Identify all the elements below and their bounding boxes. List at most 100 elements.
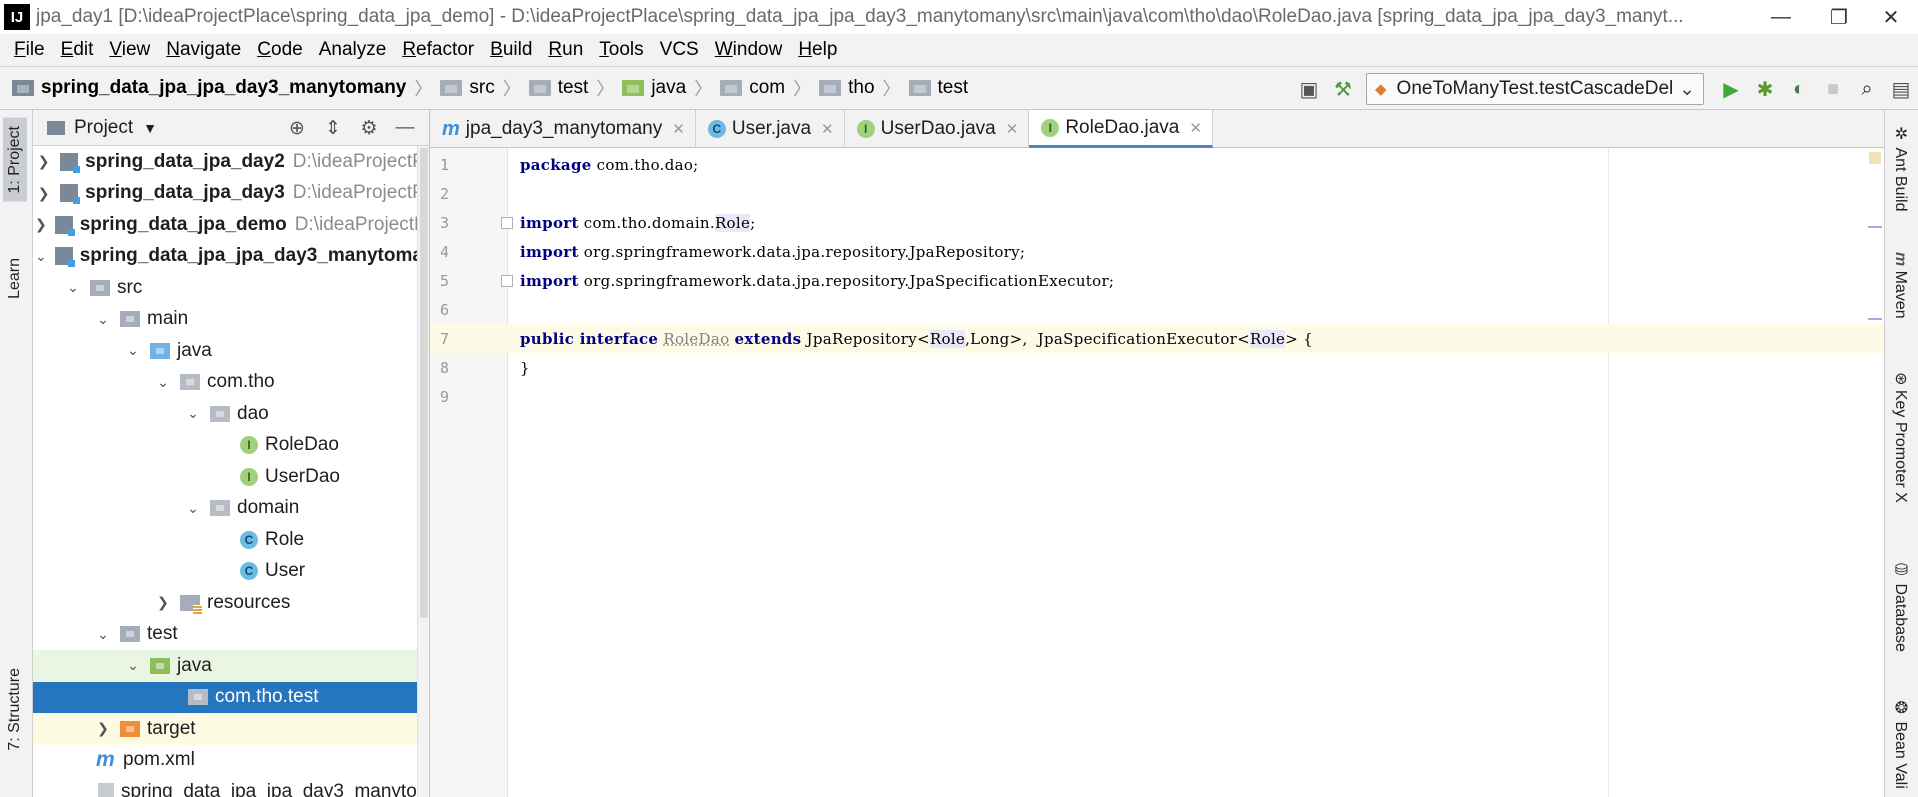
tree-item-com-tho[interactable]: ⌄ com.tho <box>33 367 429 399</box>
tab-ant-build[interactable]: ✲ Ant Build <box>1891 124 1910 212</box>
tree-item-iml-file[interactable]: spring_data_jpa_jpa_day3_manyton <box>33 776 429 797</box>
close-icon[interactable]: ✕ <box>672 120 685 138</box>
code-line[interactable]: 1 package com.tho.dao; <box>430 150 1884 179</box>
tree-item-spring-data-jpa-demo[interactable]: ❯ spring_data_jpa_demo D:\ideaProjectPl <box>33 209 429 241</box>
breadcrumb-com[interactable]: com <box>720 77 785 99</box>
tree-item-dao[interactable]: ⌄ dao <box>33 398 429 430</box>
tree-item-test[interactable]: ⌄ test <box>33 619 429 651</box>
tab-database[interactable]: ⛁ Database <box>1891 560 1910 652</box>
tree-item-role[interactable]: C Role <box>33 524 429 556</box>
tree-item-resources[interactable]: ❯ resources <box>33 587 429 619</box>
tree-item-userdao[interactable]: I UserDao <box>33 461 429 493</box>
run-configuration-select[interactable]: ◆ OneToManyTest.testCascadeDel ⌄ <box>1366 73 1704 105</box>
tree-item-user[interactable]: C User <box>33 556 429 588</box>
breadcrumb-tho[interactable]: tho <box>819 77 875 99</box>
code-line[interactable]: 6 <box>430 295 1884 324</box>
chevron-right-icon[interactable]: ❯ <box>35 216 47 233</box>
breadcrumb-test[interactable]: test <box>528 77 588 99</box>
menu-build[interactable]: Build <box>482 39 540 61</box>
chevron-down-icon[interactable]: ⌄ <box>184 500 202 517</box>
tree-item-domain[interactable]: ⌄ domain <box>33 493 429 525</box>
chevron-down-icon[interactable]: ⌄ <box>35 248 47 265</box>
menu-help[interactable]: Help <box>790 39 845 61</box>
menu-tools[interactable]: Tools <box>591 39 651 61</box>
hide-icon[interactable]: — <box>387 117 423 139</box>
chevron-right-icon[interactable]: ❯ <box>35 153 52 170</box>
run-with-coverage-icon[interactable]: ◐ <box>1782 72 1816 106</box>
code-line[interactable]: 4 import org.springframework.data.jpa.re… <box>430 237 1884 266</box>
chevron-down-icon[interactable]: ⌄ <box>94 311 112 328</box>
tree-item-src[interactable]: ⌄ src <box>33 272 429 304</box>
close-icon[interactable]: ✕ <box>1189 119 1202 137</box>
menu-refactor[interactable]: Refactor <box>394 39 482 61</box>
menu-edit[interactable]: Edit <box>53 39 102 61</box>
code-line[interactable]: 2 <box>430 179 1884 208</box>
menu-file[interactable]: File <box>6 39 53 61</box>
menu-window[interactable]: Window <box>707 39 791 61</box>
chevron-down-icon[interactable]: ⌄ <box>124 342 142 359</box>
breadcrumb-java[interactable]: java <box>622 77 686 99</box>
scrollbar-thumb[interactable] <box>420 148 428 618</box>
tree-item-main[interactable]: ⌄ main <box>33 304 429 336</box>
run-icon[interactable]: ▶ <box>1714 72 1748 106</box>
chevron-down-icon[interactable]: ⌄ <box>94 626 112 643</box>
debug-icon[interactable]: ✱ <box>1748 72 1782 106</box>
project-structure-icon[interactable]: ▤ <box>1884 72 1918 106</box>
code-area[interactable]: 1 package com.tho.dao; 2 3 import com.th… <box>430 148 1884 797</box>
tree-item-test-java[interactable]: ⌄ java <box>33 650 429 682</box>
locate-icon[interactable]: ⊕ <box>279 117 315 140</box>
close-icon[interactable]: ✕ <box>821 120 834 138</box>
usage-marker[interactable] <box>1868 318 1882 320</box>
close-icon[interactable]: ✕ <box>1006 120 1019 138</box>
code-line[interactable]: 9 <box>430 382 1884 411</box>
run-window-icon[interactable]: ▣ <box>1292 72 1326 106</box>
menu-vcs[interactable]: VCS <box>652 39 707 61</box>
stop-icon[interactable]: ■ <box>1816 72 1850 106</box>
breadcrumb-project[interactable]: spring_data_jpa_jpa_day3_manytomany <box>12 77 406 99</box>
project-view-select[interactable]: Project <box>74 117 133 139</box>
tree-item-roledao[interactable]: I RoleDao <box>33 430 429 462</box>
error-stripe[interactable] <box>1866 148 1882 797</box>
tab-userdao-java[interactable]: I UserDao.java ✕ <box>845 110 1030 148</box>
fold-marker-icon[interactable] <box>501 216 513 229</box>
menu-run[interactable]: Run <box>540 39 591 61</box>
chevron-down-icon[interactable]: ▼ <box>143 120 157 136</box>
tree-item-manytomany-module[interactable]: ⌄ spring_data_jpa_jpa_day3_manytomany <box>33 241 429 273</box>
chevron-down-icon[interactable]: ⌄ <box>184 405 202 422</box>
tab-learn-tool[interactable]: Learn <box>3 250 27 307</box>
tree-item-main-java[interactable]: ⌄ java <box>33 335 429 367</box>
menu-view[interactable]: View <box>101 39 158 61</box>
tree-item-pom-xml[interactable]: m pom.xml <box>33 745 429 777</box>
fold-marker-icon[interactable] <box>501 274 513 287</box>
tree-item-target[interactable]: ❯ target <box>33 713 429 745</box>
project-scrollbar[interactable] <box>417 146 429 797</box>
build-hammer-icon[interactable]: ⚒ <box>1326 72 1360 106</box>
menu-code[interactable]: Code <box>249 39 310 61</box>
tab-structure-tool[interactable]: 7: Structure <box>3 660 27 759</box>
breadcrumb-test-package[interactable]: test <box>908 77 968 99</box>
gear-icon[interactable]: ⚙ <box>351 117 387 140</box>
breadcrumb-src[interactable]: src <box>440 77 495 99</box>
restore-icon[interactable]: ❐ <box>1810 0 1868 34</box>
tree-item-spring-data-jpa-day2[interactable]: ❯ spring_data_jpa_day2 D:\ideaProjectPl <box>33 146 429 178</box>
tab-jpa-day3-manytomany[interactable]: m jpa_day3_manytomany ✕ <box>430 110 696 148</box>
chevron-right-icon[interactable]: ❯ <box>35 185 52 202</box>
minimize-icon[interactable]: — <box>1752 0 1810 34</box>
tab-maven[interactable]: m Maven <box>1891 252 1909 319</box>
code-line[interactable]: 3 import com.tho.domain.Role; <box>430 208 1884 237</box>
chevron-down-icon[interactable]: ⌄ <box>64 279 82 296</box>
tab-user-java[interactable]: C User.java ✕ <box>696 110 845 148</box>
tab-roledao-java[interactable]: I RoleDao.java ✕ <box>1029 110 1213 148</box>
usage-marker[interactable] <box>1868 226 1882 228</box>
code-line[interactable]: 5 import org.springframework.data.jpa.re… <box>430 266 1884 295</box>
close-icon[interactable]: ✕ <box>1862 0 1918 34</box>
tab-project-tool[interactable]: 1: Project <box>3 118 27 202</box>
tree-item-com-tho-test[interactable]: com.tho.test <box>33 681 429 713</box>
tab-key-promoter-x[interactable]: ⊛ Key Promoter X <box>1891 372 1910 503</box>
menu-analyze[interactable]: Analyze <box>311 39 395 61</box>
inspection-status-icon[interactable] <box>1869 152 1881 164</box>
menu-navigate[interactable]: Navigate <box>158 39 249 61</box>
code-line[interactable]: 8 } <box>430 353 1884 382</box>
chevron-right-icon[interactable]: ❯ <box>94 720 112 737</box>
chevron-right-icon[interactable]: ❯ <box>154 594 172 611</box>
